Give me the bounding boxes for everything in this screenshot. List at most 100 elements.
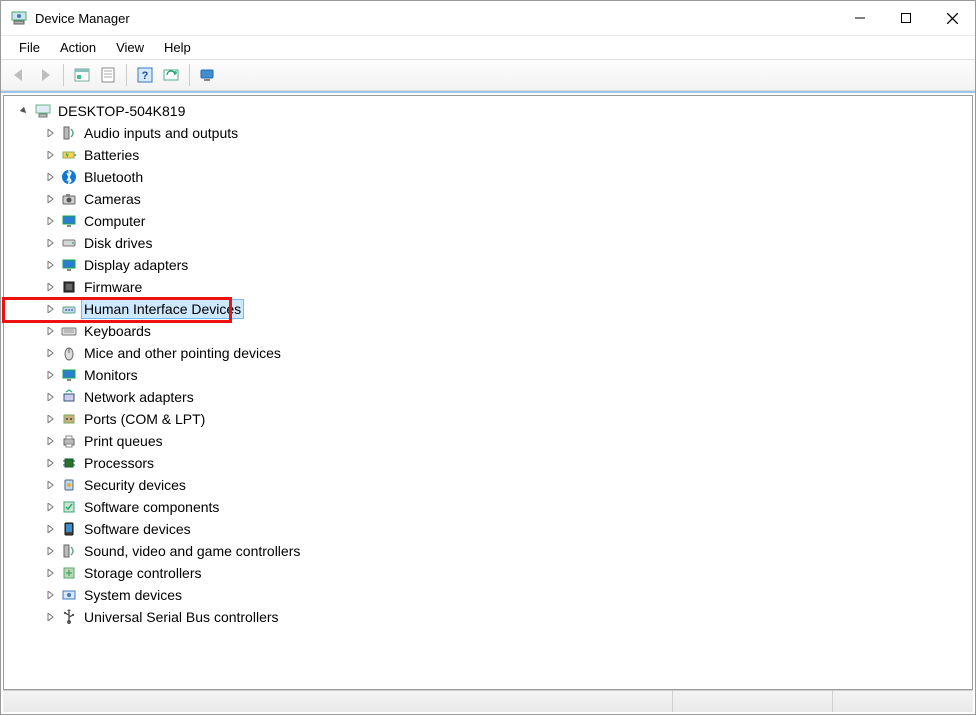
device-tree: DESKTOP-504K819 Audio inputs and outputs… [8,100,972,628]
tree-node[interactable]: Computer [8,210,972,232]
toolbar-separator [189,64,190,86]
expand-icon[interactable] [44,303,56,315]
tree-node[interactable]: Bluetooth [8,166,972,188]
expand-icon[interactable] [44,127,56,139]
expand-icon[interactable] [44,193,56,205]
swdev-icon [60,521,78,537]
maximize-button[interactable] [883,2,929,34]
tree-node[interactable]: Security devices [8,474,972,496]
tree-root-label: DESKTOP-504K819 [56,102,187,120]
expand-icon[interactable] [44,567,56,579]
properties-button[interactable] [96,63,120,87]
expand-icon[interactable] [44,545,56,557]
speaker-icon [60,125,78,141]
expand-icon[interactable] [44,325,56,337]
close-button[interactable] [929,2,975,34]
tree-node-label: Mice and other pointing devices [82,344,283,362]
expand-icon[interactable] [44,259,56,271]
expand-icon[interactable] [44,215,56,227]
tree-node[interactable]: Display adapters [8,254,972,276]
title-bar: Device Manager [1,1,975,35]
tree-node-label: Audio inputs and outputs [82,124,240,142]
help-button[interactable]: ? [133,63,157,87]
collapse-icon[interactable] [18,105,30,117]
expand-icon[interactable] [44,237,56,249]
network-icon [60,389,78,405]
forward-button[interactable] [33,63,57,87]
tree-node-label: Ports (COM & LPT) [82,410,207,428]
back-button[interactable] [7,63,31,87]
tree-node[interactable]: Mice and other pointing devices [8,342,972,364]
tree-node-label: Sound, video and game controllers [82,542,302,560]
security-icon [60,477,78,493]
tree-node-label: Human Interface Devices [82,300,243,318]
cpu-icon [60,455,78,471]
tree-node-label: Bluetooth [82,168,145,186]
tree-node[interactable]: Ports (COM & LPT) [8,408,972,430]
speaker-icon [60,543,78,559]
tree-node[interactable]: Human Interface Devices [8,298,972,320]
content-area: DESKTOP-504K819 Audio inputs and outputs… [1,91,975,714]
minimize-button[interactable] [837,2,883,34]
expand-icon[interactable] [44,479,56,491]
monitor-icon [60,367,78,383]
scan-button[interactable] [159,63,183,87]
expand-icon[interactable] [44,171,56,183]
expand-icon[interactable] [44,369,56,381]
tree-node[interactable]: Disk drives [8,232,972,254]
tree-node[interactable]: Storage controllers [8,562,972,584]
tree-node[interactable]: Keyboards [8,320,972,342]
expand-icon[interactable] [44,523,56,535]
devices-button[interactable] [196,63,220,87]
status-cell [833,691,973,712]
menu-file[interactable]: File [9,37,50,58]
tree-node[interactable]: Print queues [8,430,972,452]
expand-icon[interactable] [44,413,56,425]
storage-icon [60,565,78,581]
app-icon [11,10,27,26]
tree-node-label: Network adapters [82,388,196,406]
tree-node[interactable]: Firmware [8,276,972,298]
tree-node[interactable]: System devices [8,584,972,606]
tree-node[interactable]: Cameras [8,188,972,210]
monitor-icon [60,257,78,273]
computer-icon [34,103,52,119]
tree-node[interactable]: Universal Serial Bus controllers [8,606,972,628]
menu-help[interactable]: Help [154,37,201,58]
tree-node[interactable]: Processors [8,452,972,474]
tree-node-label: Keyboards [82,322,153,340]
camera-icon [60,191,78,207]
tree-node-label: Disk drives [82,234,154,252]
tree-node[interactable]: Software components [8,496,972,518]
show-pane-button[interactable] [70,63,94,87]
toolbar-separator [126,64,127,86]
window-controls [837,2,975,34]
expand-icon[interactable] [44,347,56,359]
tree-node[interactable]: Monitors [8,364,972,386]
expand-icon[interactable] [44,149,56,161]
tree-node[interactable]: Sound, video and game controllers [8,540,972,562]
battery-icon [60,147,78,163]
menu-action[interactable]: Action [50,37,106,58]
tree-node[interactable]: Network adapters [8,386,972,408]
tree-node-label: Monitors [82,366,140,384]
expand-icon[interactable] [44,457,56,469]
svg-text:?: ? [142,70,149,82]
tree-node[interactable]: Audio inputs and outputs [8,122,972,144]
tree-root[interactable]: DESKTOP-504K819 [8,100,972,122]
status-cell [3,691,673,712]
tree-node[interactable]: Batteries [8,144,972,166]
menu-view[interactable]: View [106,37,154,58]
expand-icon[interactable] [44,589,56,601]
expand-icon[interactable] [44,281,56,293]
expand-icon[interactable] [44,611,56,623]
device-tree-panel[interactable]: DESKTOP-504K819 Audio inputs and outputs… [3,95,973,690]
chip-icon [60,279,78,295]
tree-node-label: Firmware [82,278,144,296]
tree-node[interactable]: Software devices [8,518,972,540]
expand-icon[interactable] [44,391,56,403]
tree-node-label: Universal Serial Bus controllers [82,608,281,626]
tree-node-label: Software components [82,498,221,516]
expand-icon[interactable] [44,501,56,513]
expand-icon[interactable] [44,435,56,447]
